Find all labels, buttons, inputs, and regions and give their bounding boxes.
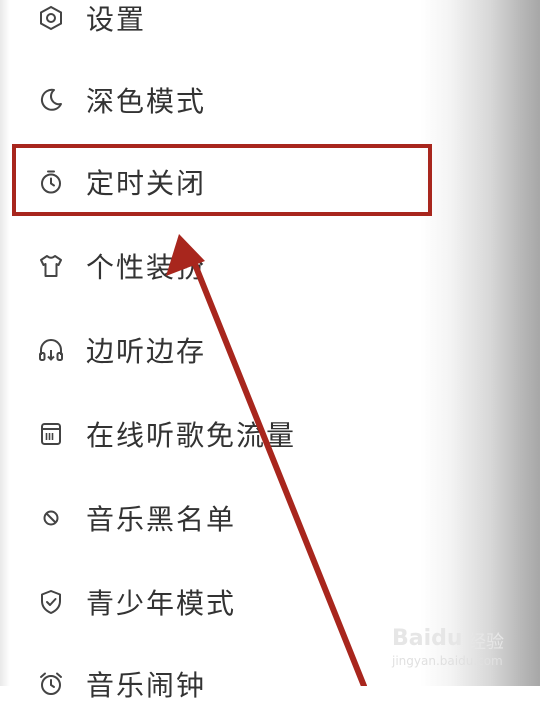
menu-item-label: 边听边存: [86, 335, 207, 368]
shield-check-icon: [36, 587, 66, 617]
menu-item-blacklist[interactable]: 音乐黑名单: [0, 488, 440, 548]
menu-item-label: 深色模式: [86, 85, 207, 118]
settings-hexagon-icon: [36, 3, 66, 33]
watermark-brand: Baidu: [392, 626, 463, 651]
menu-item-teen-mode[interactable]: 青少年模式: [0, 572, 440, 632]
highlight-box: [12, 144, 432, 216]
settings-menu: 设置 深色模式 定时关闭 个性装扮 边听边存 在线听歌免流量 音乐黑名单 青少年…: [0, 0, 540, 702]
watermark-sub: 经验: [468, 632, 504, 653]
headphones-download-icon: [36, 335, 66, 365]
menu-item-label: 设置: [86, 3, 147, 36]
block-icon: [36, 503, 66, 533]
menu-item-label: 音乐黑名单: [86, 503, 237, 536]
menu-item-listen-and-save[interactable]: 边听边存: [0, 320, 440, 380]
menu-item-label: 音乐闹钟: [86, 669, 207, 702]
moon-icon: [36, 85, 66, 115]
menu-item-music-alarm[interactable]: 音乐闹钟: [0, 654, 440, 714]
menu-item-settings[interactable]: 设置: [0, 0, 440, 48]
menu-item-free-data[interactable]: 在线听歌免流量: [0, 404, 440, 464]
menu-item-label: 青少年模式: [86, 587, 237, 620]
alarm-clock-icon: [36, 669, 66, 699]
baidu-watermark: Baidu 经验 jingyan.baidu.com: [392, 626, 512, 672]
tshirt-icon: [36, 251, 66, 281]
menu-item-dark-mode[interactable]: 深色模式: [0, 70, 440, 130]
watermark-url: jingyan.baidu.com: [392, 654, 503, 668]
menu-item-label: 个性装扮: [86, 251, 207, 284]
menu-item-label: 在线听歌免流量: [86, 419, 297, 452]
sim-card-icon: [36, 419, 66, 449]
menu-item-personalize[interactable]: 个性装扮: [0, 236, 440, 296]
